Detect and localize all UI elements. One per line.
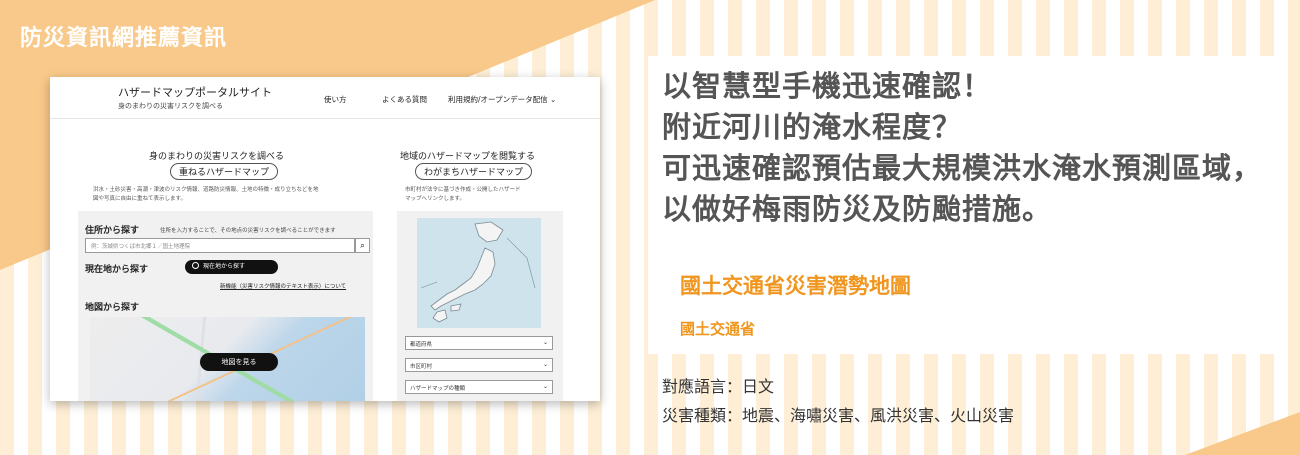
left-section-description: 洪水・土砂災害・高潮・津波のリスク情報、道路防災情報、土地の特徴・成り立ちなどを… xyxy=(93,186,373,204)
municipality-select-value: 市区町村 xyxy=(410,364,433,370)
address-input[interactable]: 例：茨城県つくば市北郷１／国土地理院 xyxy=(85,238,355,253)
regional-map-panel: 都道府県 ⌄ 市区町村 ⌄ ハザードマップの種類 ⌄ xyxy=(397,211,563,401)
location-target-icon xyxy=(192,262,199,269)
desc-line: 洪水・土砂災害・高潮・津波のリスク情報、道路防災情報、土地の特徴・成り立ちなどを… xyxy=(93,187,319,193)
search-icon[interactable]: ⌕ xyxy=(355,238,370,253)
right-section-heading: 地域のハザードマップを閲覧する xyxy=(400,152,536,162)
japan-map[interactable] xyxy=(417,218,541,328)
view-map-button[interactable]: 地図を見る xyxy=(200,353,278,371)
headline: 以智慧型手機迅速確認！ 附近河川的淹水程度？ 可迅速確認預估最大規模洪水淹水預測… xyxy=(662,66,1262,230)
map-preview[interactable]: 地図を見る xyxy=(90,317,365,401)
current-location-label: 現在地から探す xyxy=(85,265,149,275)
headline-line: 可迅速確認預估最大規模洪水淹水預測區域， xyxy=(662,151,1263,185)
website-screenshot: ハザードマップポータルサイト 身のまわりの災害リスクを調べる 使い方 よくある質… xyxy=(50,77,600,401)
site-name: 國土交通省災害潛勢地圖 xyxy=(680,274,911,298)
prefecture-select[interactable]: 都道府県 ⌄ xyxy=(405,336,553,350)
prefecture-select-value: 都道府県 xyxy=(410,342,433,348)
language-info: 對應語言：日文 xyxy=(662,377,775,396)
left-section-heading: 身のまわりの災害リスクを調べる xyxy=(149,152,285,162)
right-section-description: 市町村が法令に基づき作成・公開したハザード マップへリンクします。 xyxy=(405,186,565,204)
banner-title: 防災資訊網推薦資訊 xyxy=(20,26,228,51)
current-location-button[interactable]: 現在地から探す xyxy=(185,260,278,274)
headline-line: 以做好梅雨防災及防颱措施。 xyxy=(662,192,1053,226)
nav-usage[interactable]: 使い方 xyxy=(324,94,347,105)
nav-terms-label: 利用規約/オープンデータ配信 xyxy=(448,95,548,104)
municipality-select[interactable]: 市区町村 ⌄ xyxy=(405,358,553,372)
map-search-label: 地図から探す xyxy=(85,303,140,313)
site-header: ハザードマップポータルサイト 身のまわりの災害リスクを調べる 使い方 よくある質… xyxy=(50,77,600,119)
chevron-down-icon: ⌄ xyxy=(542,383,548,390)
desc-line: 図や写真に自由に重ねて表示します。 xyxy=(93,196,186,202)
layered-hazard-map-pill[interactable]: 重ねるハザードマップ xyxy=(170,163,279,180)
desc-line: 市町村が法令に基づき作成・公開したハザード xyxy=(405,187,521,193)
local-hazard-map-pill[interactable]: わがまちハザードマップ xyxy=(415,163,533,180)
search-panel: 住所から探す 住所を入力することで、その地点の災害リスクを調べることができます … xyxy=(78,211,373,401)
current-location-button-label: 現在地から探す xyxy=(203,263,246,270)
chevron-down-icon: ⌄ xyxy=(549,95,557,104)
chevron-down-icon: ⌄ xyxy=(542,339,548,346)
address-search-note: 住所を入力することで、その地点の災害リスクを調べることができます xyxy=(160,228,336,234)
headline-line: 以智慧型手機迅速確認！ xyxy=(662,69,993,103)
hazard-map-type-select-value: ハザードマップの種類 xyxy=(410,386,466,392)
address-search-label: 住所から探す xyxy=(85,226,140,236)
organization-name: 國土交通省 xyxy=(680,320,756,338)
portal-subtitle: 身のまわりの災害リスクを調べる xyxy=(118,102,223,110)
nav-faq[interactable]: よくある質問 xyxy=(382,94,427,105)
new-feature-link[interactable]: 新機能（災害リスク情報のテキスト表示）について xyxy=(220,282,346,290)
japan-outline-icon xyxy=(420,221,536,323)
nav-terms[interactable]: 利用規約/オープンデータ配信 ⌄ xyxy=(448,94,556,105)
hazard-map-type-select[interactable]: ハザードマップの種類 ⌄ xyxy=(405,380,553,394)
desc-line: マップへリンクします。 xyxy=(405,196,465,202)
hazard-types-info: 災害種類：地震、海嘯災害、風洪災害、火山災害 xyxy=(662,406,1015,425)
chevron-down-icon: ⌄ xyxy=(542,361,548,368)
headline-line: 附近河川的淹水程度？ xyxy=(662,110,963,144)
portal-title: ハザードマップポータルサイト xyxy=(118,86,272,99)
